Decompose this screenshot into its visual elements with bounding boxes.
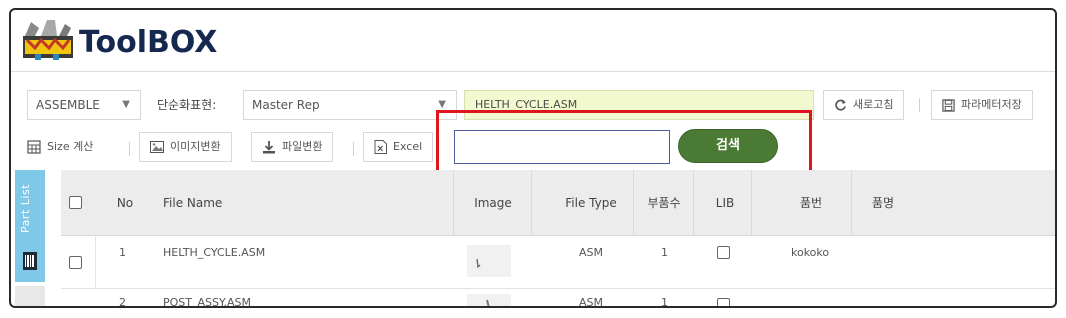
- model-preview-icon: [476, 258, 481, 269]
- col-file-type: File Type: [565, 196, 617, 210]
- col-part-count: 부품수: [647, 196, 681, 210]
- row-file-type: ASM: [579, 246, 603, 259]
- column-divider: [531, 170, 532, 236]
- excel-button[interactable]: Excel: [363, 132, 434, 162]
- select-all-checkbox[interactable]: [69, 196, 82, 209]
- save-params-button[interactable]: 파라메터저장: [931, 90, 1033, 120]
- row-no: 2: [119, 296, 126, 308]
- toolbox-logo-icon: [23, 20, 73, 60]
- file-convert-label: 파일변환: [282, 140, 323, 153]
- part-table: No File Name Image File Type 부품수 LIB 품번 …: [11, 170, 1055, 308]
- image-convert-button[interactable]: 이미지변환: [139, 132, 232, 162]
- save-params-label: 파라메터저장: [961, 98, 1022, 111]
- row-no: 1: [119, 246, 126, 259]
- refresh-button[interactable]: 새로고침: [823, 90, 905, 120]
- simplify-label: 단순화표현:: [157, 98, 217, 112]
- column-divider: [633, 170, 634, 236]
- col-image: Image: [474, 196, 512, 210]
- search-input[interactable]: [454, 130, 670, 164]
- search-button[interactable]: 검색: [678, 129, 778, 163]
- excel-label: Excel: [393, 140, 423, 153]
- excel-icon: [374, 140, 387, 154]
- row-part-count: 1: [661, 246, 668, 259]
- row-file-type: ASM: [579, 296, 603, 308]
- type-select-value: ASSEMBLE: [36, 98, 100, 112]
- table-row[interactable]: 1 HELTH_CYCLE.ASM ASM 1 kokoko: [61, 237, 1055, 289]
- row-thumbnail: [467, 294, 511, 306]
- toolbar-separator: [919, 98, 920, 112]
- rep-select-value: Master Rep: [252, 98, 320, 112]
- type-select[interactable]: ASSEMBLE ▼: [27, 90, 141, 120]
- file-convert-button[interactable]: 파일변환: [251, 132, 334, 162]
- size-calc-button[interactable]: Size 계산: [27, 132, 104, 162]
- row-thumbnail: [467, 245, 511, 277]
- col-no: No: [116, 196, 134, 210]
- table-row[interactable]: 2 POST_ASSY.ASM ASM 1: [61, 290, 1055, 308]
- chevron-down-icon: ▼: [438, 99, 446, 110]
- table-header: No File Name Image File Type 부품수 LIB 품번 …: [61, 170, 1055, 236]
- column-divider: [693, 170, 694, 236]
- calculator-icon: [27, 140, 41, 154]
- size-calc-label: Size 계산: [47, 140, 94, 153]
- row-part-no: kokoko: [791, 246, 830, 259]
- save-icon: [942, 98, 955, 112]
- row-divider: [95, 237, 96, 289]
- refresh-icon: [835, 99, 846, 111]
- row-checkbox[interactable]: [69, 306, 82, 308]
- col-part-no: 품번: [799, 196, 823, 210]
- column-divider: [851, 170, 852, 236]
- app-header: ToolBOX: [11, 10, 1055, 72]
- refresh-label: 새로고침: [853, 98, 894, 111]
- app-window: ToolBOX ASSEMBLE ▼ 단순화표현: Master Rep ▼ H…: [9, 8, 1057, 308]
- download-icon: [263, 141, 275, 154]
- row-file-name: POST_ASSY.ASM: [163, 296, 251, 308]
- app-title: ToolBOX: [79, 25, 218, 60]
- chevron-down-icon: ▼: [122, 99, 130, 110]
- row-file-name: HELTH_CYCLE.ASM: [163, 246, 266, 259]
- app-logo: ToolBOX: [21, 18, 217, 60]
- model-preview-icon: [486, 299, 490, 306]
- image-icon: [150, 141, 164, 153]
- lib-checkbox[interactable]: [717, 298, 730, 306]
- toolbar-separator: [129, 142, 130, 156]
- col-lib: LIB: [715, 196, 735, 210]
- toolbar-row-1: ASSEMBLE ▼ 단순화표현: Master Rep ▼ HELTH_CYC…: [11, 84, 1055, 120]
- row-checkbox[interactable]: [69, 256, 82, 269]
- rep-select[interactable]: Master Rep ▼: [243, 90, 457, 120]
- col-file-name: File Name: [163, 196, 223, 210]
- row-part-count: 1: [661, 296, 668, 308]
- column-divider: [453, 170, 454, 236]
- toolbar-separator: [353, 142, 354, 156]
- path-field[interactable]: HELTH_CYCLE.ASM: [464, 90, 814, 120]
- toolbar-row-2: Size 계산 이미지변환 파일변환 Excel 검색: [11, 128, 1055, 164]
- path-field-value: HELTH_CYCLE.ASM: [475, 98, 578, 111]
- column-divider: [751, 170, 752, 236]
- image-convert-label: 이미지변환: [170, 140, 221, 153]
- col-part-name: 품명: [871, 196, 895, 210]
- lib-checkbox[interactable]: [717, 246, 730, 259]
